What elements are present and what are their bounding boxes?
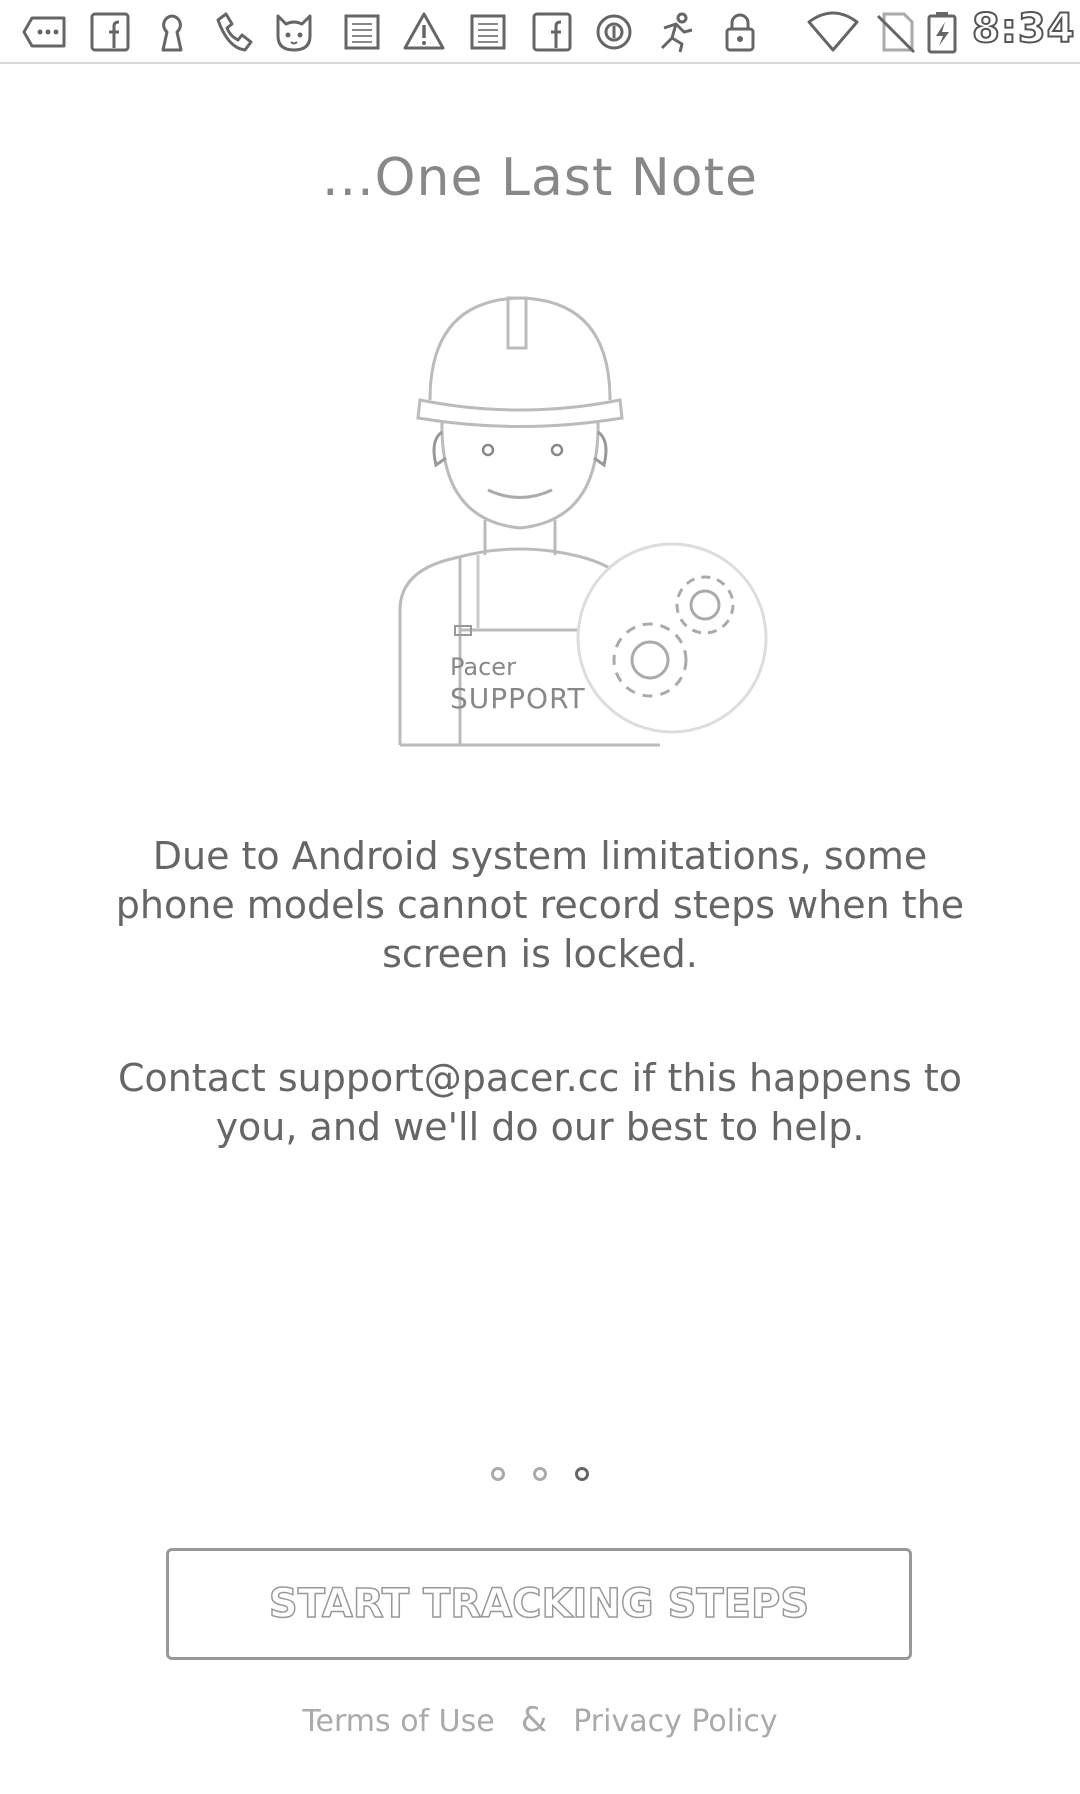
- start-button-label: START TRACKING STEPS: [268, 1580, 810, 1628]
- support-worker-illustration: Pacer SUPPORT: [360, 290, 780, 760]
- page-dot-2: [533, 1467, 547, 1481]
- keyhole-icon: [150, 10, 194, 54]
- start-tracking-steps-button[interactable]: START TRACKING STEPS: [166, 1548, 912, 1660]
- warning-icon: [402, 10, 446, 54]
- footer-links: Terms of Use & Privacy Policy: [0, 1700, 1080, 1740]
- page-indicator: [0, 1466, 1080, 1485]
- battery-charging-icon: [924, 10, 960, 54]
- badge-line-1: Pacer: [450, 653, 516, 681]
- privacy-policy-link[interactable]: Privacy Policy: [573, 1704, 777, 1739]
- message-contact-support: Contact support@pacer.cc if this happens…: [117, 1056, 963, 1149]
- status-bar: 8:34: [0, 0, 1080, 64]
- clock: 8:34: [971, 5, 1076, 53]
- runner-icon: [654, 10, 698, 54]
- facebook-icon: [530, 10, 574, 54]
- lock-icon: [718, 10, 762, 54]
- image-icon: [466, 10, 510, 54]
- badge-line-2: SUPPORT: [450, 682, 586, 715]
- terms-of-use-link[interactable]: Terms of Use: [302, 1704, 494, 1739]
- messages-icon: [22, 10, 68, 54]
- record-icon: [592, 10, 636, 54]
- page-dot-1: [491, 1467, 505, 1481]
- facebook-icon: [88, 10, 132, 54]
- footer-separator: &: [520, 1700, 548, 1740]
- page-dot-3: [575, 1467, 589, 1481]
- no-sim-icon: [874, 10, 918, 54]
- cat-face-icon: [272, 10, 316, 54]
- message-system-limitations: Due to Android system limitations, some …: [115, 834, 965, 976]
- page-title: ...One Last Note: [322, 148, 758, 208]
- phone-icon: [210, 10, 254, 54]
- image-icon: [340, 10, 384, 54]
- wifi-icon: [806, 10, 860, 54]
